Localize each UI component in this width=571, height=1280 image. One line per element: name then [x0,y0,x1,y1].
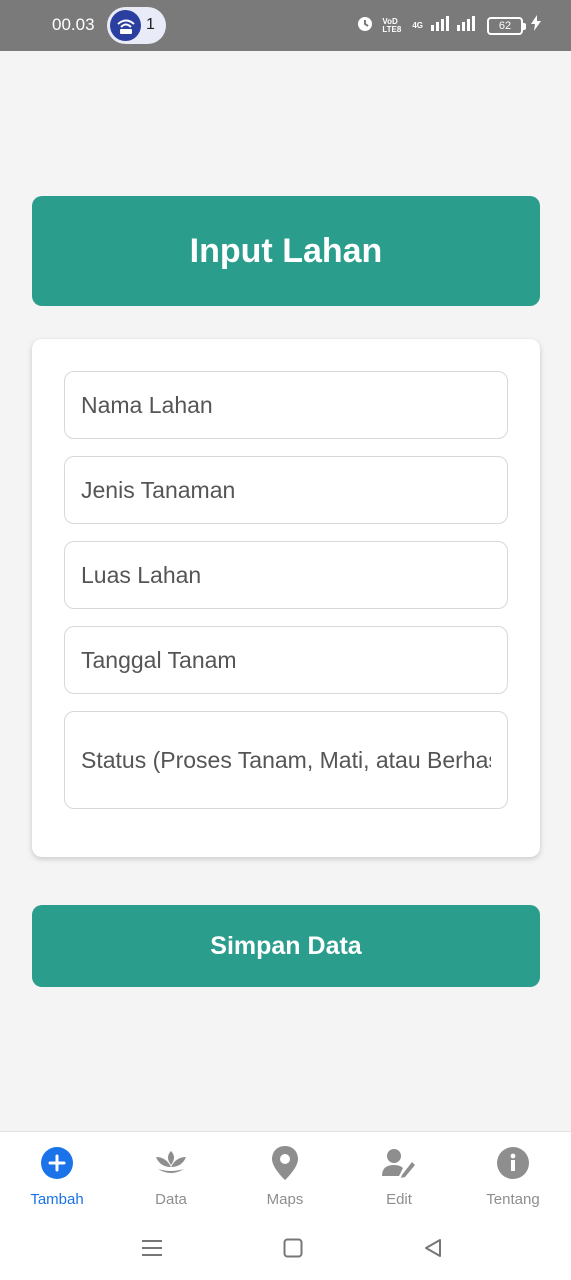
hotspot-icon [110,10,141,41]
home-icon[interactable] [278,1233,308,1263]
battery-icon: 62 [487,16,526,35]
nav-label-tentang: Tentang [486,1191,540,1208]
hotspot-count: 1 [146,16,155,33]
nav-item-maps[interactable]: Maps [228,1132,342,1222]
luas-lahan-field[interactable] [64,541,508,609]
status-icons: VoD LTE8 4G 62 [356,14,541,37]
nav-item-edit[interactable]: Edit [342,1132,456,1222]
network-label: VoD LTE8 [382,16,402,34]
nav-item-data[interactable]: Data [114,1132,228,1222]
jenis-tanaman-field[interactable] [64,456,508,524]
tanggal-tanam-input[interactable] [81,646,491,674]
nama-lahan-input[interactable] [81,391,491,419]
signal-icon [431,15,479,36]
menu-icon[interactable] [137,1233,167,1263]
page-header: Input Lahan [32,196,540,306]
network-type: 4G [412,20,423,30]
user-edit-icon [382,1146,416,1180]
luas-lahan-input[interactable] [81,561,491,589]
plant-icon [154,1146,188,1180]
nav-label-maps: Maps [266,1191,304,1208]
nav-item-tentang[interactable]: Tentang [456,1132,570,1222]
jenis-tanaman-input[interactable] [81,476,491,504]
map-pin-icon [268,1146,302,1180]
tanggal-tanam-field[interactable] [64,626,508,694]
system-nav-bar [0,1221,571,1280]
bottom-nav: Tambah Data Maps Edit Tentang [0,1131,571,1221]
page-title: Input Lahan [189,231,383,270]
nav-label-tambah: Tambah [30,1191,84,1208]
plus-circle-icon [40,1146,74,1180]
nama-lahan-field[interactable] [64,371,508,439]
status-field[interactable] [64,711,508,809]
hotspot-indicator[interactable]: 1 [107,7,166,44]
back-icon[interactable] [418,1233,448,1263]
info-icon [496,1146,530,1180]
save-button[interactable]: Simpan Data [32,905,540,987]
status-input[interactable] [81,746,491,774]
form-card [32,339,540,857]
nav-item-tambah[interactable]: Tambah [0,1132,114,1222]
charging-icon [531,15,541,36]
status-time: 00.03 [52,15,95,34]
nav-label-edit: Edit [386,1191,412,1208]
nav-label-data: Data [155,1191,187,1208]
alarm-icon [356,14,374,37]
status-bar: 00.03 1 VoD LTE8 4G 62 [0,0,571,51]
